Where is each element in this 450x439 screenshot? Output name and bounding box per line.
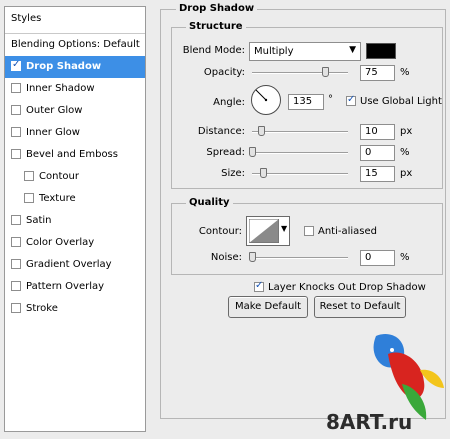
spread-input[interactable]: 0 [360,145,395,161]
texture-checkbox[interactable] [24,193,34,203]
angle-dial[interactable] [250,84,282,116]
angle-input[interactable]: 135 [288,94,324,110]
blend-mode-label: Blend Mode: [182,45,245,56]
contour-preview-icon [249,219,279,243]
size-input[interactable]: 15 [360,166,395,182]
styles-header-label: Styles [11,13,42,24]
style-item-label: Outer Glow [26,105,83,116]
opacity-slider-thumb[interactable] [322,67,329,77]
style-item-bevel-emboss[interactable]: Bevel and Emboss [5,144,145,166]
anti-aliased-checkbox[interactable] [304,226,314,236]
style-item-label: Contour [39,171,79,182]
style-item-label: Satin [26,215,52,226]
noise-slider-track[interactable] [252,257,348,259]
style-item-drop-shadow[interactable]: Drop Shadow [5,56,145,78]
style-item-label: Texture [39,193,76,204]
opacity-label: Opacity: [203,67,245,78]
quality-title: Quality [186,197,233,208]
style-item-label: Stroke [26,303,58,314]
styles-header[interactable]: Styles [5,7,145,33]
style-item-gradient-overlay[interactable]: Gradient Overlay [5,254,145,276]
style-item-label: Gradient Overlay [26,259,112,270]
contour-checkbox[interactable] [24,171,34,181]
shadow-color-swatch[interactable] [366,43,396,59]
style-item-label: Color Overlay [26,237,95,248]
size-label: Size: [221,168,245,179]
use-global-light-checkbox[interactable] [346,94,356,106]
drop-shadow-checkbox[interactable] [11,59,21,71]
style-item-inner-glow[interactable]: Inner Glow [5,122,145,144]
noise-unit: % [400,252,410,263]
blend-mode-select[interactable]: Multiply ▼ [249,42,361,61]
style-item-label: Inner Shadow [26,83,95,94]
style-item-label: Inner Glow [26,127,80,138]
distance-label: Distance: [197,126,245,137]
reset-to-default-button[interactable]: Reset to Default [314,296,406,318]
style-item-label: Drop Shadow [26,61,102,72]
spread-slider-thumb[interactable] [249,147,256,157]
inner-shadow-checkbox[interactable] [11,83,21,93]
spread-slider-track[interactable] [252,152,348,154]
spread-unit: % [400,147,410,158]
chevron-down-icon: ▼ [349,45,356,55]
style-item-stroke[interactable]: Stroke [5,298,145,320]
size-slider-thumb[interactable] [260,168,267,178]
use-global-light-label: Use Global Light [360,96,442,107]
noise-slider-thumb[interactable] [249,252,256,262]
blending-options-label: Blending Options: Default [11,39,140,50]
blend-mode-value: Multiply [254,46,294,57]
angle-label: Angle: [213,97,245,108]
styles-panel: Styles Blending Options: Default Drop Sh… [4,6,146,432]
style-item-color-overlay[interactable]: Color Overlay [5,232,145,254]
contour-picker[interactable]: ▼ [246,216,290,246]
blending-options-item[interactable]: Blending Options: Default [5,33,145,55]
style-item-texture[interactable]: Texture [5,188,145,210]
anti-aliased-label: Anti-aliased [318,226,378,237]
size-unit: px [400,168,413,179]
opacity-slider-track[interactable] [252,72,348,74]
style-item-label: Bevel and Emboss [26,149,118,160]
style-item-inner-shadow[interactable]: Inner Shadow [5,78,145,100]
noise-input[interactable]: 0 [360,250,395,266]
pattern-overlay-checkbox[interactable] [11,281,21,291]
satin-checkbox[interactable] [11,215,21,225]
distance-input[interactable]: 10 [360,124,395,140]
style-item-pattern-overlay[interactable]: Pattern Overlay [5,276,145,298]
color-overlay-checkbox[interactable] [11,237,21,247]
watermark-text: 8ART.ru [326,410,413,434]
distance-slider-thumb[interactable] [258,126,265,136]
stroke-checkbox[interactable] [11,303,21,313]
angle-unit: ° [328,94,333,105]
style-item-contour[interactable]: Contour [5,166,145,188]
structure-title: Structure [186,21,246,32]
chevron-down-icon[interactable]: ▼ [281,224,287,233]
spread-label: Spread: [206,147,245,158]
distance-slider-track[interactable] [252,131,348,133]
outer-glow-checkbox[interactable] [11,105,21,115]
make-default-button[interactable]: Make Default [228,296,308,318]
bevel-emboss-checkbox[interactable] [11,149,21,159]
opacity-unit: % [400,67,410,78]
style-item-satin[interactable]: Satin [5,210,145,232]
drop-shadow-title: Drop Shadow [176,3,258,14]
knockout-checkbox[interactable] [254,280,264,292]
opacity-input[interactable]: 75 [360,65,395,81]
gradient-overlay-checkbox[interactable] [11,259,21,269]
style-item-label: Pattern Overlay [26,281,105,292]
inner-glow-checkbox[interactable] [11,127,21,137]
style-item-outer-glow[interactable]: Outer Glow [5,100,145,122]
quality-frame [171,203,443,275]
distance-unit: px [400,126,413,137]
knockout-label: Layer Knocks Out Drop Shadow [268,282,426,293]
noise-label: Noise: [210,252,242,263]
contour-label: Contour: [198,226,242,237]
